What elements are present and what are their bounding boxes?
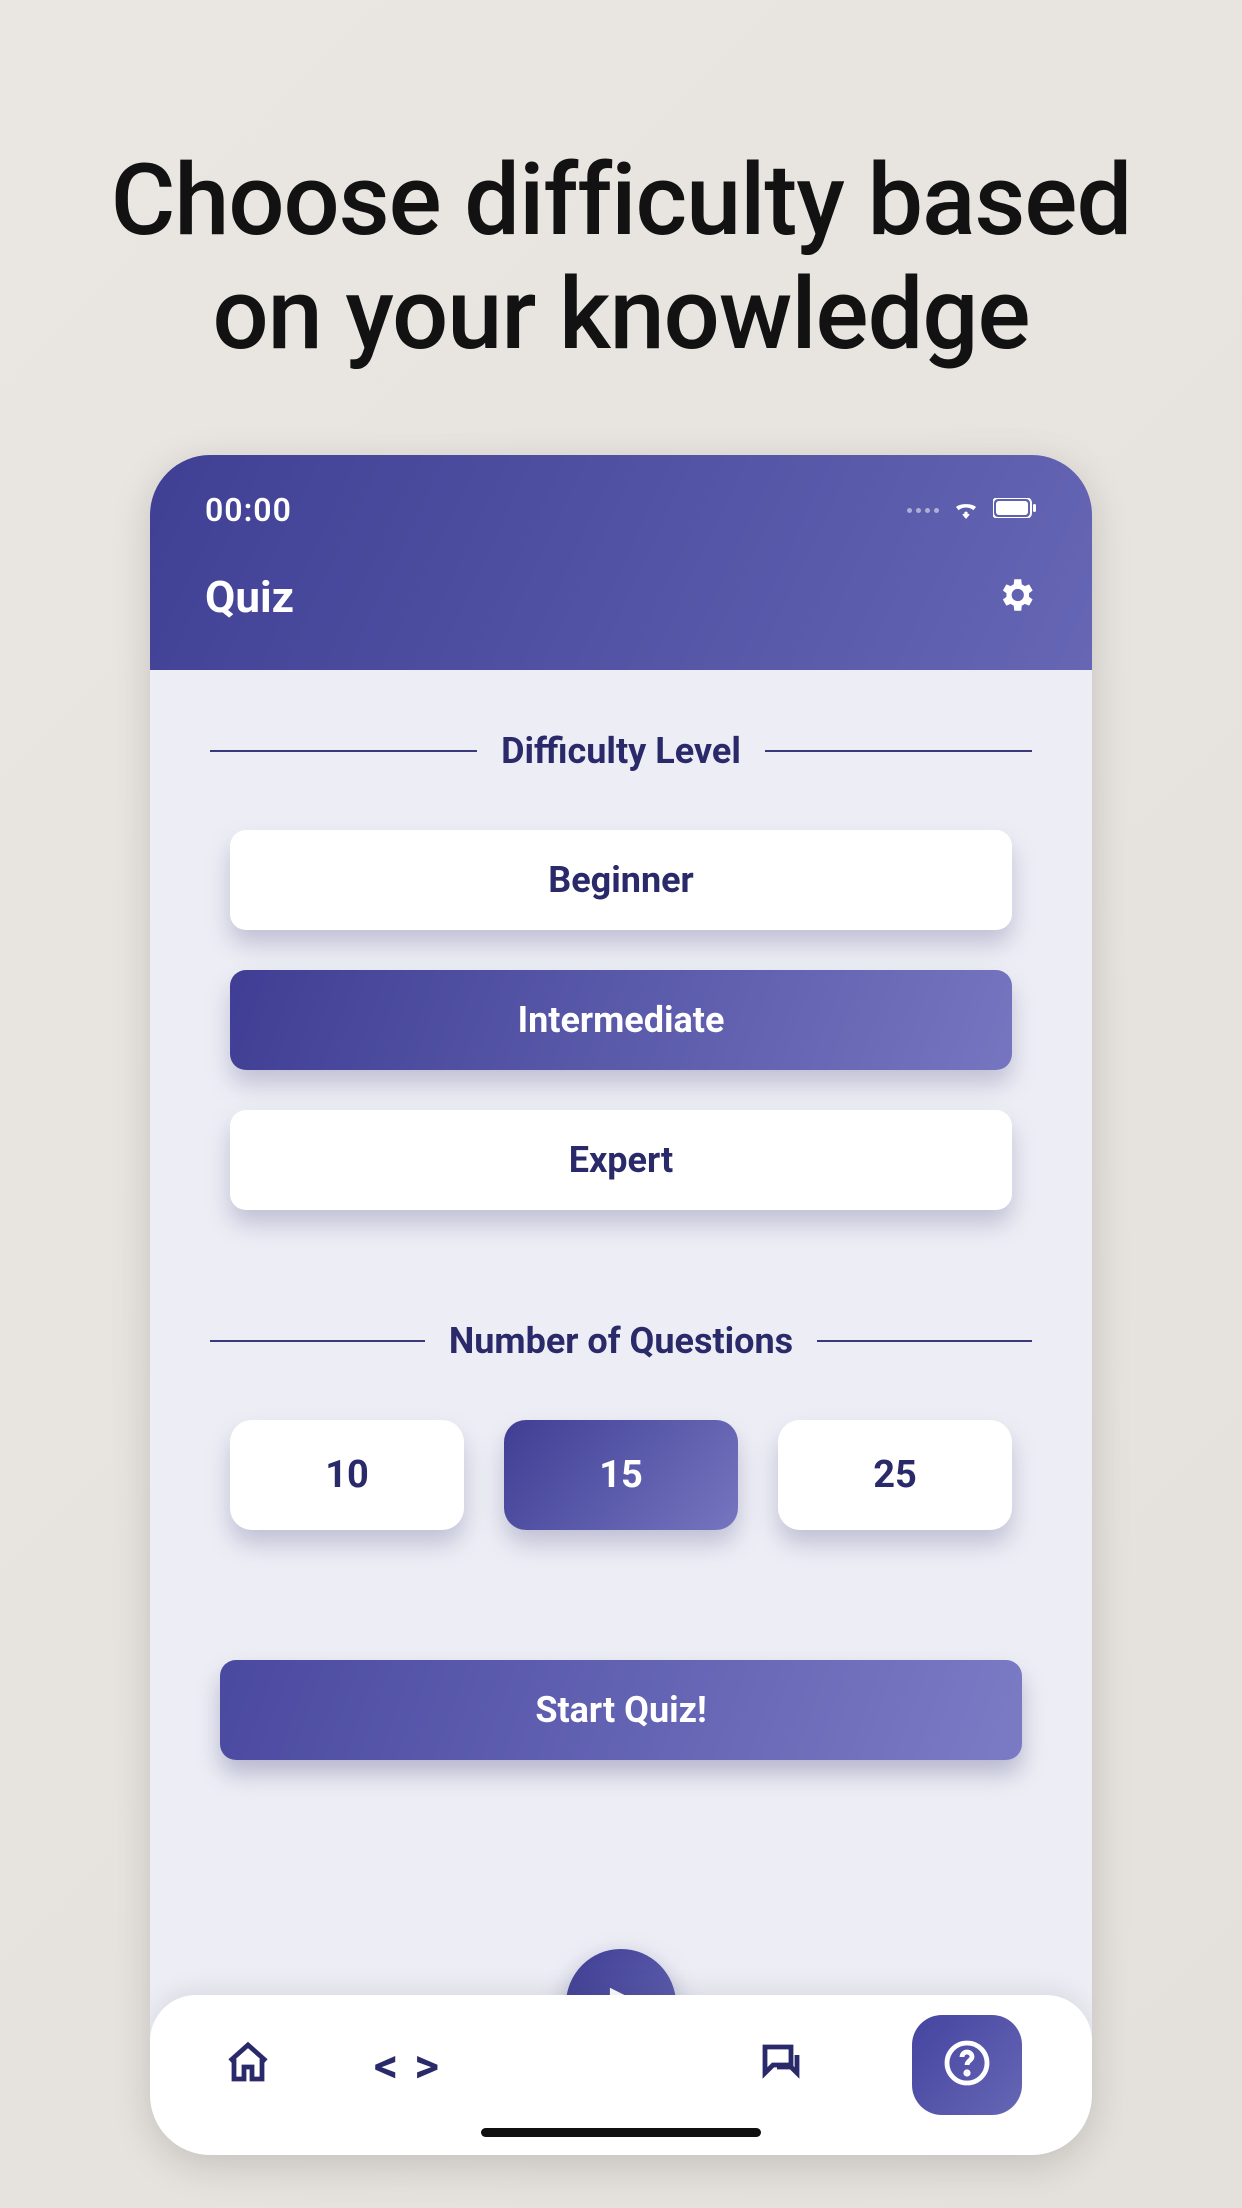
code-icon: < > bbox=[374, 2037, 441, 2094]
settings-button[interactable] bbox=[995, 574, 1037, 620]
page-headline: Choose difficulty based on your knowledg… bbox=[0, 0, 1242, 373]
device-frame: 00:00 Quiz Difficulty Level bbox=[150, 455, 1092, 2155]
nav-help[interactable] bbox=[912, 2015, 1022, 2115]
cellular-dots-icon bbox=[907, 508, 939, 513]
question-count-10[interactable]: 10 bbox=[230, 1420, 464, 1530]
status-right bbox=[907, 497, 1037, 523]
wifi-icon bbox=[951, 497, 981, 523]
app-header: 00:00 Quiz bbox=[150, 455, 1092, 670]
difficulty-option-expert[interactable]: Expert bbox=[230, 1110, 1012, 1210]
home-icon bbox=[224, 2039, 272, 2091]
status-time: 00:00 bbox=[205, 491, 292, 529]
nav-code[interactable]: < > bbox=[380, 2037, 436, 2093]
difficulty-option-intermediate[interactable]: Intermediate bbox=[230, 970, 1012, 1070]
nav-chat[interactable] bbox=[753, 2037, 809, 2093]
difficulty-option-beginner[interactable]: Beginner bbox=[230, 830, 1012, 930]
nav-home[interactable] bbox=[220, 2037, 276, 2093]
home-indicator bbox=[481, 2128, 761, 2137]
divider bbox=[817, 1340, 1032, 1342]
content-area: Difficulty Level Beginner Intermediate E… bbox=[150, 670, 1092, 1760]
start-quiz-button[interactable]: Start Quiz! bbox=[220, 1660, 1022, 1760]
section-title: Number of Questions bbox=[449, 1320, 793, 1362]
divider bbox=[210, 750, 477, 752]
difficulty-options: Beginner Intermediate Expert bbox=[210, 830, 1032, 1210]
question-count-options: 10 15 25 bbox=[210, 1420, 1032, 1530]
chat-icon bbox=[757, 2039, 805, 2091]
app-title: Quiz bbox=[205, 571, 294, 623]
section-header-questions: Number of Questions bbox=[210, 1320, 1032, 1362]
title-row: Quiz bbox=[205, 571, 1037, 623]
divider bbox=[210, 1340, 425, 1342]
status-bar: 00:00 bbox=[205, 487, 1037, 533]
question-count-15[interactable]: 15 bbox=[504, 1420, 738, 1530]
battery-icon bbox=[993, 498, 1037, 522]
section-title: Difficulty Level bbox=[501, 730, 741, 772]
section-header-difficulty: Difficulty Level bbox=[210, 730, 1032, 772]
help-icon bbox=[943, 2039, 991, 2091]
question-count-25[interactable]: 25 bbox=[778, 1420, 1012, 1530]
divider bbox=[765, 750, 1032, 752]
